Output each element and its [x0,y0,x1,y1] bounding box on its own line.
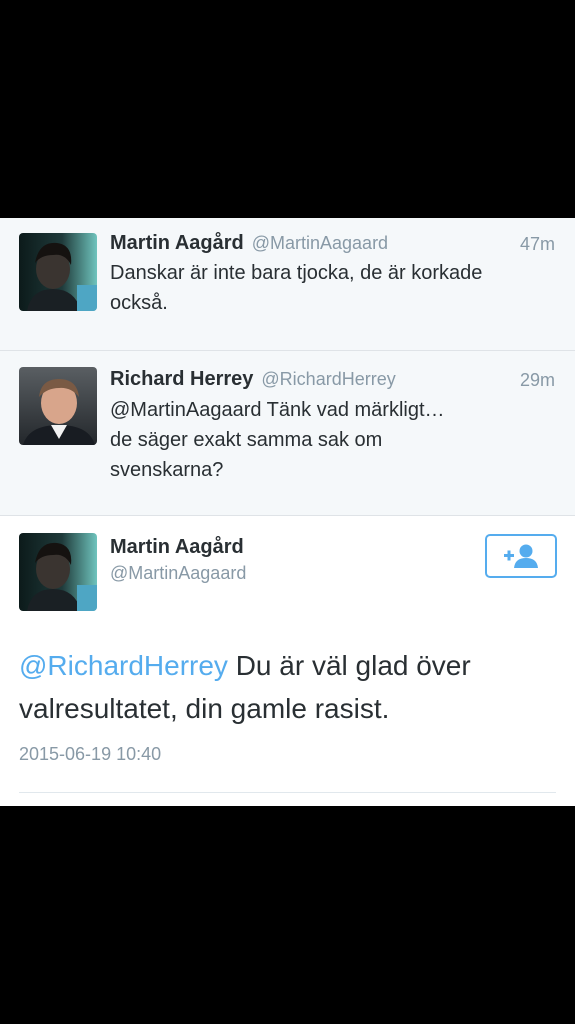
follow-button[interactable] [485,534,557,578]
avatar[interactable] [19,367,97,445]
tweet-text: @MartinAagaard Tänk vad märkligt… de säg… [110,399,445,481]
author-name[interactable]: Richard Herrey @RichardHerrey [110,368,396,391]
tweet-timestamp[interactable]: 2015-06-19 10:40 [19,744,161,765]
divider [19,792,556,793]
mention-link[interactable]: @RichardHerrey [19,650,228,681]
author-handle[interactable]: @MartinAagaard [110,563,246,584]
tweet-item[interactable]: Richard Herrey @RichardHerrey 29m @Martin… [0,351,575,516]
author-display-name[interactable]: Richard Herrey [110,368,253,390]
tweet-time: 29m [519,370,555,390]
author-display-name[interactable]: Martin Aagård [110,536,244,559]
tweet-item[interactable]: Martin Aagård @MartinAagaard 47m Danskar … [0,218,575,351]
tweet-text: Danskar är inte bara tjocka, de är korka… [110,262,483,314]
add-user-icon [504,544,538,568]
author-handle[interactable]: @MartinAagaard [252,233,388,253]
tweet-time: 47m [519,234,555,254]
tweet-conversation: Martin Aagård @MartinAagaard 47m Danskar … [0,218,575,806]
author-handle[interactable]: @RichardHerrey [261,369,395,389]
tweet-text: @RichardHerrey Du är väl glad över valre… [19,644,559,730]
avatar[interactable] [19,533,97,611]
avatar[interactable] [19,233,97,311]
screenshot: Martin Aagård @MartinAagaard 47m Danskar … [0,0,575,1024]
tweet-detail: Martin Aagård @MartinAagaard @RichardHer… [0,516,575,806]
author-name[interactable]: Martin Aagård @MartinAagaard [110,232,388,255]
author-display-name[interactable]: Martin Aagård [110,232,244,254]
